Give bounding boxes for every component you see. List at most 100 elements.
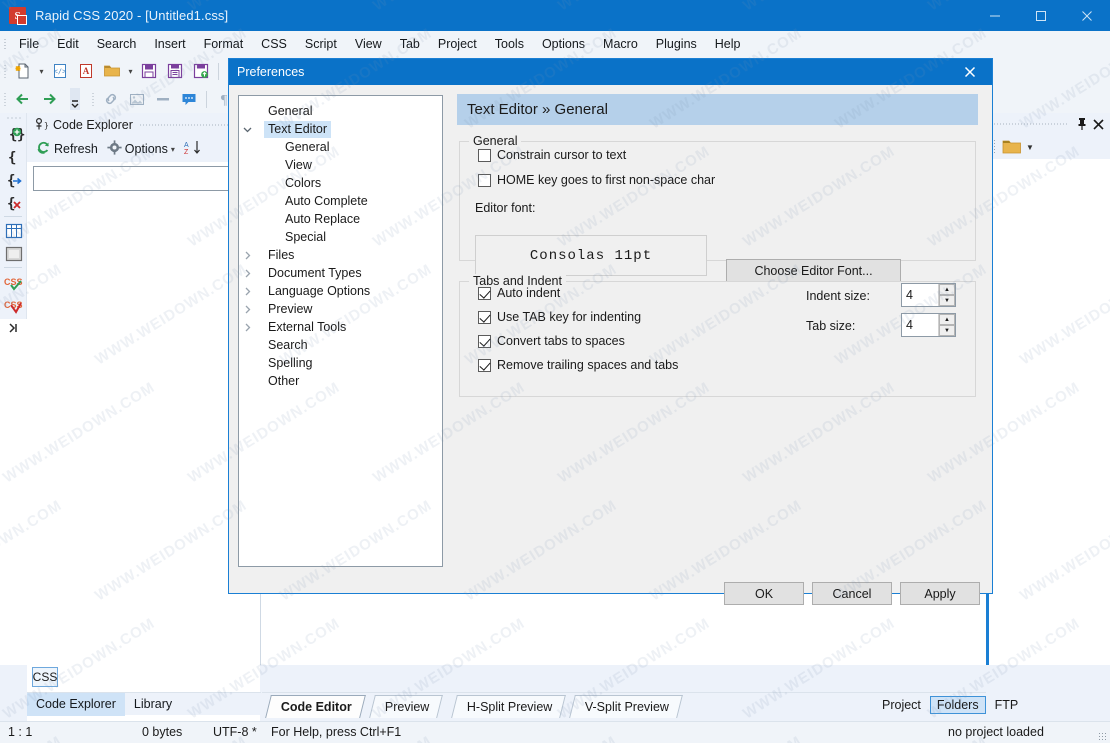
use-tab-key-checkbox[interactable]: Use TAB key for indenting: [478, 310, 641, 324]
toolbar-grip-2[interactable]: [88, 87, 98, 111]
menu-item-tab[interactable]: Tab: [391, 31, 429, 57]
save-as-icon[interactable]: [188, 59, 214, 83]
new-text-file-icon[interactable]: A: [73, 59, 99, 83]
menu-item-css[interactable]: CSS: [252, 31, 296, 57]
menu-item-view[interactable]: View: [346, 31, 391, 57]
rail-drag-handle[interactable]: [0, 113, 26, 122]
refresh-button[interactable]: Refresh: [33, 140, 101, 158]
toolbar-grip[interactable]: [0, 59, 10, 83]
tree-item-preview[interactable]: Preview: [239, 300, 442, 318]
options-button[interactable]: Options ▾: [104, 140, 178, 158]
forward-arrow-icon[interactable]: [36, 87, 62, 111]
menu-grip[interactable]: [0, 31, 10, 57]
menu-item-script[interactable]: Script: [296, 31, 346, 57]
comment-icon[interactable]: [176, 87, 202, 111]
box-icon[interactable]: [0, 242, 27, 265]
remove-trailing-checkbox[interactable]: Remove trailing spaces and tabs: [478, 358, 678, 372]
chevron-right-icon[interactable]: [239, 318, 255, 336]
menu-item-plugins[interactable]: Plugins: [647, 31, 706, 57]
menu-item-tools[interactable]: Tools: [486, 31, 533, 57]
preferences-tree[interactable]: General Text Editor General View Colors …: [238, 95, 443, 567]
tree-item-files[interactable]: Files: [239, 246, 442, 264]
chevron-down-icon[interactable]: [239, 120, 255, 138]
tab-library[interactable]: Library: [125, 693, 181, 716]
tree-item-search[interactable]: Search: [239, 336, 442, 354]
tree-item-te-colors[interactable]: Colors: [239, 174, 442, 192]
pin-icon[interactable]: [1074, 114, 1090, 134]
chevron-right-icon[interactable]: [239, 246, 255, 264]
close-button[interactable]: [1064, 0, 1110, 31]
open-dropdown-icon[interactable]: ▾: [125, 59, 136, 83]
menu-item-help[interactable]: Help: [706, 31, 750, 57]
folders-toolbar-grip[interactable]: [993, 139, 996, 155]
tab-code-editor[interactable]: Code Editor: [265, 695, 366, 718]
menu-item-insert[interactable]: Insert: [145, 31, 194, 57]
ok-button[interactable]: OK: [724, 582, 804, 605]
tab-size-value[interactable]: 4: [902, 314, 938, 336]
home-key-checkbox[interactable]: HOME key goes to first non-space char: [478, 173, 715, 187]
tree-item-language-options[interactable]: Language Options: [239, 282, 442, 300]
code-explorer-search-input[interactable]: [33, 166, 254, 191]
tree-item-te-general[interactable]: General: [239, 138, 442, 156]
tree-item-spelling[interactable]: Spelling: [239, 354, 442, 372]
tab-v-split-preview[interactable]: V-Split Preview: [569, 695, 683, 718]
save-all-icon[interactable]: [162, 59, 188, 83]
new-file-dropdown-icon[interactable]: ▾: [36, 59, 47, 83]
indent-size-value[interactable]: 4: [902, 284, 938, 306]
sort-button[interactable]: A Z: [181, 140, 205, 158]
delete-rule-icon[interactable]: { }: [0, 191, 27, 214]
insert-image-icon[interactable]: [124, 87, 150, 111]
spinner-up-icon[interactable]: ▲: [939, 314, 955, 325]
apply-button[interactable]: Apply: [900, 582, 980, 605]
tree-item-te-autocomplete[interactable]: Auto Complete: [239, 192, 442, 210]
new-html-file-icon[interactable]: </>: [47, 59, 73, 83]
auto-indent-checkbox[interactable]: Auto indent: [478, 286, 560, 300]
resize-grip[interactable]: [1098, 732, 1106, 740]
css-error-icon[interactable]: CSS: [0, 293, 27, 316]
table-icon[interactable]: [0, 219, 27, 242]
add-rule-icon[interactable]: { }: [0, 122, 27, 145]
folder-select-button[interactable]: ▼: [1001, 138, 1034, 156]
menu-item-file[interactable]: File: [10, 31, 48, 57]
horizontal-rule-icon[interactable]: [150, 87, 176, 111]
braces-icon[interactable]: { }: [0, 145, 27, 168]
chevron-right-icon[interactable]: [239, 300, 255, 318]
menu-item-macro[interactable]: Macro: [594, 31, 647, 57]
save-icon[interactable]: [136, 59, 162, 83]
code-explorer-tree[interactable]: [27, 191, 260, 743]
tree-item-te-view[interactable]: View: [239, 156, 442, 174]
chevron-right-icon[interactable]: [239, 282, 255, 300]
secondary-toolbar-grip[interactable]: [0, 87, 10, 111]
maximize-button[interactable]: [1018, 0, 1064, 31]
tab-size-spinner[interactable]: 4 ▲ ▼: [901, 313, 956, 337]
convert-tabs-checkbox[interactable]: Convert tabs to spaces: [478, 334, 625, 348]
menu-item-edit[interactable]: Edit: [48, 31, 88, 57]
menu-item-search[interactable]: Search: [88, 31, 146, 57]
minimize-button[interactable]: [972, 0, 1018, 31]
back-arrow-icon[interactable]: [10, 87, 36, 111]
new-file-icon[interactable]: [10, 59, 36, 83]
tree-item-general-root[interactable]: General: [239, 102, 442, 120]
open-folder-icon[interactable]: [99, 59, 125, 83]
cancel-button[interactable]: Cancel: [812, 582, 892, 605]
tab-h-split-preview[interactable]: H-Split Preview: [451, 695, 567, 718]
choose-editor-font-button[interactable]: Choose Editor Font...: [726, 259, 901, 282]
tab-preview[interactable]: Preview: [369, 695, 444, 718]
menu-item-format[interactable]: Format: [195, 31, 253, 57]
menu-item-project[interactable]: Project: [429, 31, 486, 57]
indent-size-spinner[interactable]: 4 ▲ ▼: [901, 283, 956, 307]
insert-link-icon[interactable]: [98, 87, 124, 111]
rail-expand-icon[interactable]: [0, 316, 27, 339]
spinner-up-icon[interactable]: ▲: [939, 284, 955, 295]
tab-folders[interactable]: Folders: [929, 696, 986, 714]
tree-item-te-autoreplace[interactable]: Auto Replace: [239, 210, 442, 228]
dialog-close-icon[interactable]: [948, 59, 992, 85]
toolbar-overflow-icon[interactable]: [62, 87, 88, 111]
spinner-down-icon[interactable]: ▼: [939, 295, 955, 306]
tree-item-text-editor[interactable]: Text Editor: [239, 120, 442, 138]
tree-item-te-special[interactable]: Special: [239, 228, 442, 246]
spinner-down-icon[interactable]: ▼: [939, 325, 955, 336]
tab-code-explorer[interactable]: Code Explorer: [27, 692, 125, 716]
tree-item-document-types[interactable]: Document Types: [239, 264, 442, 282]
menu-item-options[interactable]: Options: [533, 31, 594, 57]
